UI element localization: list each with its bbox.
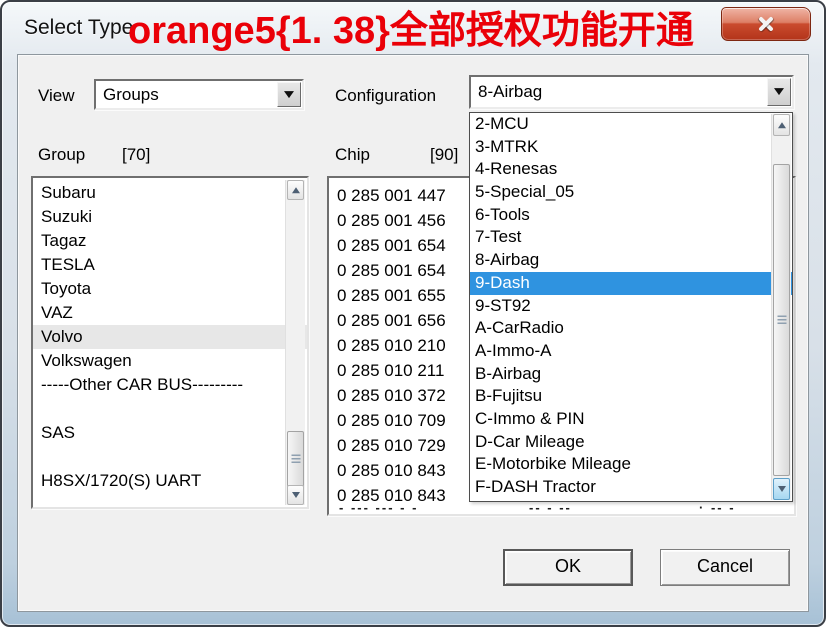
dialog-content: View Groups Configuration 8-Airbag Group… [17, 54, 809, 612]
list-item[interactable]: C-Immo & PIN [470, 408, 792, 431]
list-item[interactable]: VAZ [33, 301, 307, 325]
titlebar[interactable]: Select Type orange5{1. 38}全部授权功能开通 [2, 2, 824, 54]
configuration-combobox-value: 8-Airbag [478, 82, 542, 102]
list-item[interactable]: Subaru [33, 181, 307, 205]
list-item[interactable]: 4-Renesas [470, 158, 792, 181]
clipped-row-fragment: -- - -- [529, 505, 572, 511]
scrollbar-thumb[interactable] [773, 164, 790, 476]
list-item[interactable]: TESLA [33, 253, 307, 277]
scroll-down-button[interactable] [287, 485, 304, 505]
overlay-watermark-title: orange5{1. 38}全部授权功能开通 [128, 0, 694, 54]
close-icon [758, 16, 774, 32]
select-type-dialog: Select Type orange5{1. 38}全部授权功能开通 View … [0, 0, 826, 627]
configuration-label: Configuration [335, 86, 436, 106]
chevron-down-icon [774, 88, 784, 100]
list-item[interactable]: -----Other CAR BUS--------- [33, 373, 307, 397]
chip-count-badge: [90] [430, 145, 458, 165]
list-item[interactable]: D-Car Mileage [470, 431, 792, 454]
close-button[interactable] [721, 7, 811, 41]
list-item[interactable]: Volkswagen [33, 349, 307, 373]
list-item[interactable]: SAS [33, 421, 307, 445]
list-item[interactable]: Toyota [33, 277, 307, 301]
configuration-combobox[interactable]: 8-Airbag [469, 75, 794, 109]
list-item[interactable]: 3-MTRK [470, 136, 792, 159]
cancel-button[interactable]: Cancel [660, 549, 790, 586]
configuration-combobox-dropdown-button[interactable] [767, 78, 791, 106]
chevron-down-icon [284, 91, 294, 103]
view-combobox-value: Groups [103, 85, 159, 105]
group-count-badge: [70] [122, 145, 150, 165]
list-item[interactable]: H8SX/1720(S) UART [33, 469, 307, 493]
list-item[interactable] [33, 445, 307, 469]
triangle-up-icon [292, 183, 300, 193]
scrollbar-thumb[interactable] [287, 431, 304, 487]
list-item[interactable]: A-CarRadio [470, 317, 792, 340]
view-label: View [38, 86, 75, 106]
list-item[interactable] [33, 397, 307, 421]
triangle-down-icon [292, 492, 300, 502]
grip-lines-icon [291, 455, 300, 464]
configuration-dropdown-list[interactable]: 2-MCU3-MTRK4-Renesas5-Special_056-Tools7… [469, 112, 793, 502]
list-item[interactable]: 5-Special_05 [470, 181, 792, 204]
list-item[interactable]: 8-Airbag [470, 249, 792, 272]
group-label: Group [38, 145, 85, 165]
list-item[interactable]: A-Immo-A [470, 340, 792, 363]
scroll-up-button[interactable] [773, 114, 790, 136]
list-item[interactable]: Suzuki [33, 205, 307, 229]
list-item[interactable]: Tagaz [33, 229, 307, 253]
scroll-up-button[interactable] [287, 180, 304, 200]
list-item[interactable]: F-DASH Tractor [470, 476, 792, 499]
list-item[interactable]: 6-Tools [470, 204, 792, 227]
list-item[interactable]: B-Airbag [470, 363, 792, 386]
list-item[interactable]: Volvo [33, 325, 307, 349]
ok-button[interactable]: OK [503, 549, 633, 586]
list-item[interactable]: E-Motorbike Mileage [470, 453, 792, 476]
clipped-row-fragment: - --- --- - - [339, 505, 418, 511]
dropdown-scrollbar[interactable] [771, 114, 791, 500]
scroll-down-button[interactable] [773, 478, 790, 500]
grip-lines-icon [777, 316, 786, 325]
list-item[interactable]: 7-Test [470, 226, 792, 249]
list-item[interactable]: 9-ST92 [470, 295, 792, 318]
list-item[interactable]: 2-MCU [470, 113, 792, 136]
group-scrollbar[interactable] [285, 180, 305, 505]
triangle-down-icon [778, 486, 786, 496]
triangle-up-icon [778, 118, 786, 128]
group-listbox[interactable]: SubaruSuzukiTagazTESLAToyotaVAZVolvoVolk… [31, 176, 309, 509]
list-item[interactable]: B-Fujitsu [470, 385, 792, 408]
list-item[interactable]: 9-Dash [470, 272, 792, 295]
clipped-row-fragment: · -- - [699, 505, 736, 511]
view-combobox[interactable]: Groups [94, 79, 304, 110]
view-combobox-dropdown-button[interactable] [277, 82, 301, 107]
window-title: Select Type [24, 16, 133, 40]
chip-label: Chip [335, 145, 370, 165]
